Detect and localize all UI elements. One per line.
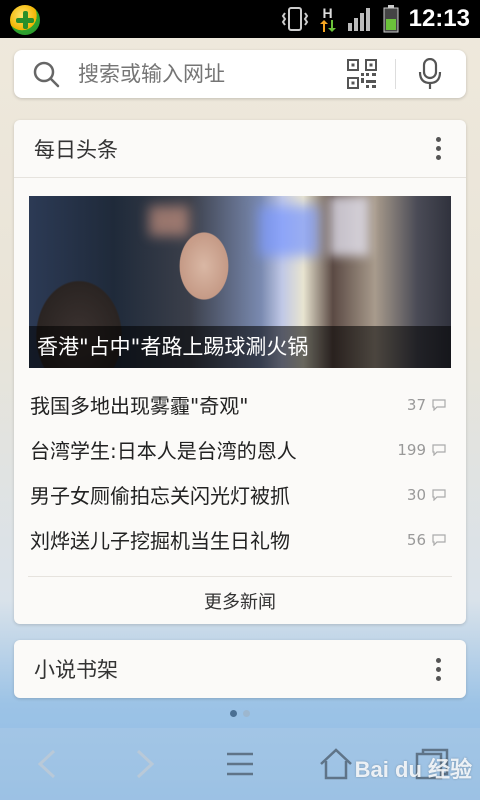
microphone-icon[interactable] (418, 58, 442, 90)
home-button[interactable] (312, 740, 360, 788)
battery-icon (383, 5, 399, 33)
more-news-button[interactable]: 更多新闻 (28, 576, 452, 624)
comment-count: 199 (397, 441, 446, 459)
comment-icon (432, 398, 446, 411)
network-type-icon: H (319, 6, 337, 32)
list-item[interactable]: 我国多地出现雾霾"奇观" 37 (14, 382, 466, 427)
comment-icon (432, 443, 446, 456)
comment-count: 56 (407, 531, 446, 549)
card-title: 每日头条 (34, 137, 118, 162)
status-time: 12:13 (408, 5, 470, 32)
page-dot (230, 710, 237, 717)
search-divider (395, 59, 396, 89)
comment-count: 30 (407, 486, 446, 504)
headline-caption[interactable]: 香港"占中"者路上踢球涮火锅 (29, 326, 451, 368)
news-title[interactable]: 男子女厕偷拍忘关闪光灯被抓 (30, 480, 290, 509)
menu-icon (227, 752, 253, 776)
list-item[interactable]: 台湾学生:日本人是台湾的恩人 199 (14, 427, 466, 472)
novel-bookshelf-card[interactable]: 小说书架 (14, 640, 466, 698)
address-search-bar[interactable] (14, 50, 466, 98)
list-item[interactable]: 刘烨送儿子挖掘机当生日礼物 56 (14, 517, 466, 562)
page-indicator (0, 710, 480, 717)
card-title: 小说书架 (34, 658, 118, 682)
news-title[interactable]: 刘烨送儿子挖掘机当生日礼物 (30, 525, 290, 554)
vibrate-icon (281, 6, 309, 32)
back-icon (37, 749, 56, 779)
headline-image[interactable]: 香港"占中"者路上踢球涮火锅 (29, 196, 451, 368)
search-icon (33, 61, 60, 88)
status-icons: H 12:13 (281, 0, 480, 38)
back-button[interactable] (24, 740, 72, 788)
news-list: 我国多地出现雾霾"奇观" 37 台湾学生:日本人是台湾的恩人 199 男子女厕偷… (14, 382, 466, 562)
signal-icon (347, 7, 373, 31)
list-item[interactable]: 男子女厕偷拍忘关闪光灯被抓 30 (14, 472, 466, 517)
watermark: Bai du 经验 (354, 757, 472, 782)
news-title[interactable]: 台湾学生:日本人是台湾的恩人 (30, 435, 297, 464)
qr-code-scan-icon[interactable] (347, 59, 377, 89)
page-dot (243, 710, 250, 717)
forward-button[interactable] (120, 740, 168, 788)
forward-icon (136, 749, 155, 779)
news-title[interactable]: 我国多地出现雾霾"奇观" (30, 390, 248, 419)
more-options-icon[interactable] (418, 129, 458, 169)
daily-headlines-card: 每日头条 香港"占中"者路上踢球涮火锅 我国多地出现雾霾"奇观" 37 台湾学生… (14, 120, 466, 624)
card-header: 每日头条 (14, 120, 466, 178)
menu-button[interactable] (216, 740, 264, 788)
search-input[interactable] (78, 62, 347, 86)
status-bar: H 12:13 (0, 0, 480, 38)
comment-icon (432, 488, 446, 501)
comment-count: 37 (407, 396, 446, 414)
browser-logo-icon (10, 5, 40, 35)
home-icon (320, 748, 352, 780)
card-header: 小说书架 (14, 640, 466, 698)
comment-icon (432, 533, 446, 546)
more-options-icon[interactable] (418, 649, 458, 689)
